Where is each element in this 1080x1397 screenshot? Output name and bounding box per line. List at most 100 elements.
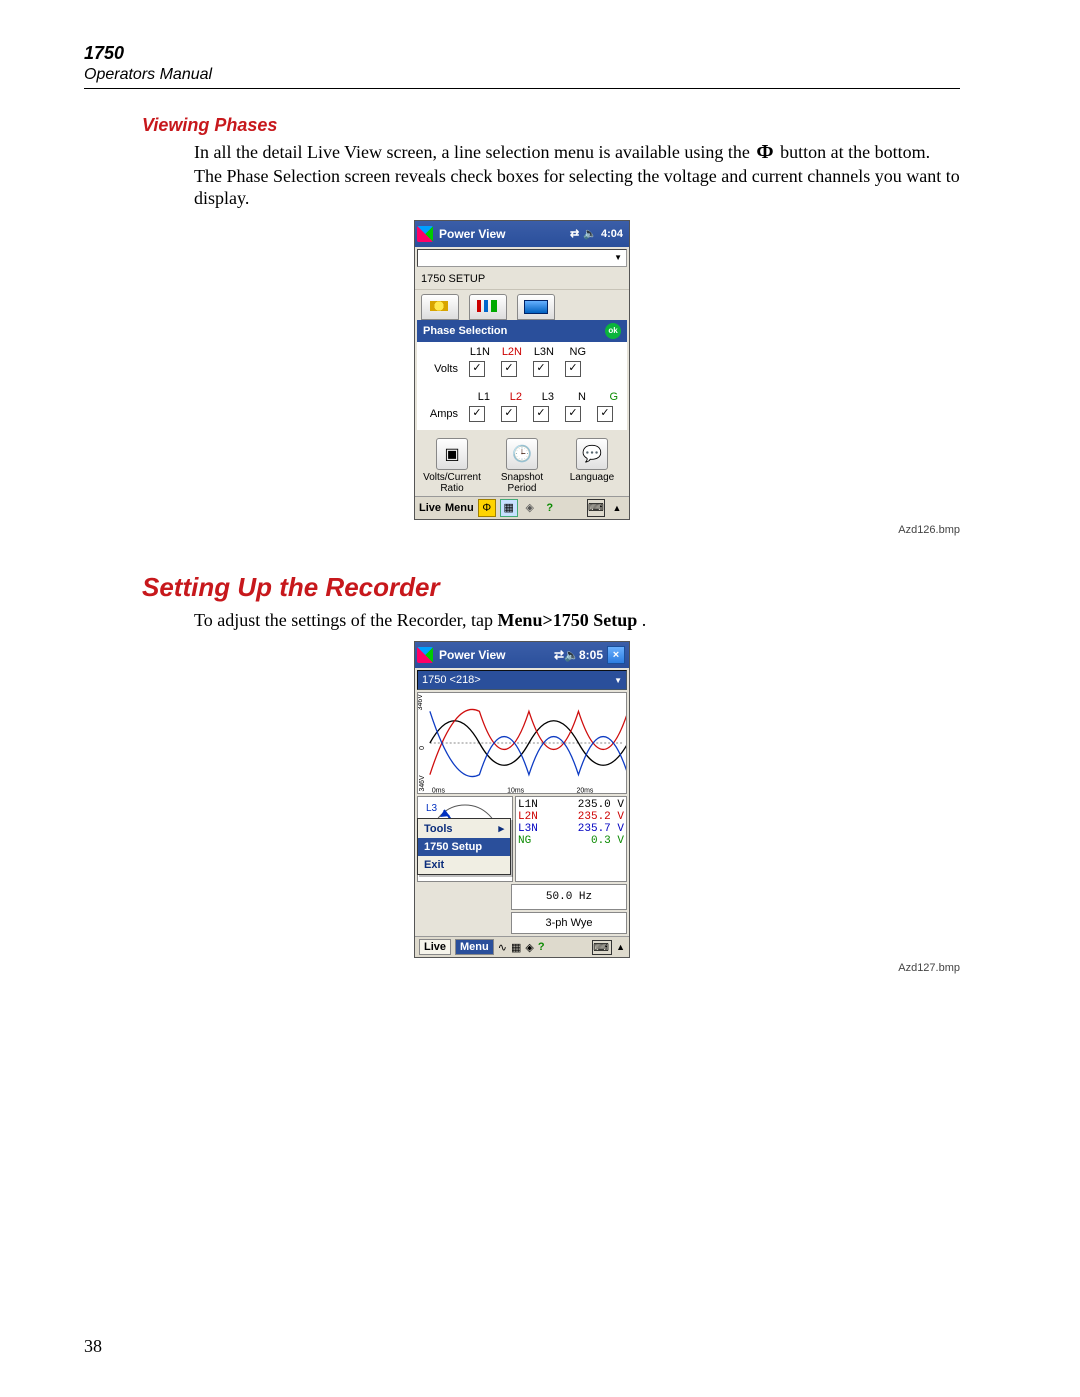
svg-text:0: 0 (419, 746, 426, 750)
col-L3: L3 (525, 391, 557, 403)
phi-icon[interactable]: Φ (478, 499, 496, 517)
bottom-icon-row: ▣Volts/Current Ratio 🕒Snapshot Period 💬L… (415, 432, 629, 496)
vc-ratio-button[interactable]: ▣Volts/Current Ratio (420, 438, 484, 494)
keyboard-icon[interactable]: ⌨ (592, 940, 612, 955)
setup-paragraph: To adjust the settings of the Recorder, … (194, 609, 960, 632)
phase-selection-header: Phase Selection ok (417, 320, 627, 342)
check-volts-NG[interactable]: ✓ (565, 361, 581, 377)
chart-icon[interactable]: ▦ (511, 941, 521, 954)
check-amps-G[interactable]: ✓ (597, 406, 613, 422)
check-amps-L1[interactable]: ✓ (469, 406, 485, 422)
vc-ratio-label: Volts/Current Ratio (423, 472, 481, 494)
viewing-phases-paragraph: In all the detail Live View screen, a li… (194, 140, 960, 210)
setup-label: 1750 SETUP (415, 269, 629, 290)
header-rule (84, 88, 960, 89)
check-volts-L3N[interactable]: ✓ (533, 361, 549, 377)
setup-para-pre: To adjust the settings of the Recorder, … (194, 610, 497, 630)
help-icon[interactable]: ? (538, 941, 545, 953)
col-L2: L2 (493, 391, 525, 403)
svg-text:10ms: 10ms (507, 788, 524, 793)
col-G: G (589, 391, 621, 403)
chevron-up-icon[interactable]: ▲ (616, 942, 625, 952)
wiring-box: 3-ph Wye (511, 912, 627, 934)
col-L2N: L2N (493, 346, 525, 358)
sync-icon: ⇄ (554, 648, 564, 662)
clock-text: 4:04 (601, 228, 623, 240)
menu-popup: Tools▸ 1750 Setup Exit (417, 818, 511, 875)
snapshot-period-label: Snapshot Period (501, 472, 543, 494)
waveform-chart: 346V 0 346V 0ms 10ms 20ms (417, 692, 627, 794)
language-button[interactable]: 💬Language (560, 438, 624, 494)
snapshot-period-button[interactable]: 🕒Snapshot Period (490, 438, 554, 494)
section-viewing-phases-title: Viewing Phases (142, 115, 960, 136)
app-title: Power View (439, 227, 505, 241)
figure1-caption: Azd126.bmp (84, 524, 960, 536)
col-N: N (557, 391, 589, 403)
windows-icon (417, 647, 433, 663)
menubar-live[interactable]: Live (419, 939, 451, 955)
menubar-live[interactable]: Live (419, 502, 441, 514)
wave-icon[interactable]: ∿ (498, 941, 507, 954)
svg-text:20ms: 20ms (576, 788, 593, 793)
titlebar: Power View ⇄ 🔈 8:05 × (415, 642, 629, 668)
help-icon[interactable]: ? (542, 500, 558, 516)
menu-item-1750-setup[interactable]: 1750 Setup (418, 838, 510, 856)
windows-icon (417, 226, 433, 242)
titlebar: Power View ⇄ 🔈 4:04 (415, 221, 629, 247)
col-L3N: L3N (525, 346, 557, 358)
figure2-caption: Azd127.bmp (84, 962, 960, 974)
col-L1: L1 (461, 391, 493, 403)
page-number: 38 (84, 1336, 102, 1357)
col-L1N: L1N (461, 346, 493, 358)
tab-icon-1[interactable] (421, 294, 459, 320)
tab-icon-3[interactable] (517, 294, 555, 320)
section-setup-title: Setting Up the Recorder (142, 572, 960, 603)
menubar-menu[interactable]: Menu (455, 939, 494, 955)
close-button[interactable]: × (607, 646, 625, 664)
setup-para-bold: Menu>1750 Setup (497, 610, 637, 630)
check-amps-L3[interactable]: ✓ (533, 406, 549, 422)
check-amps-N[interactable]: ✓ (565, 406, 581, 422)
menubar: Live Menu ∿ ▦ ◈ ? ⌨ ▲ (415, 936, 629, 957)
menubar: Live Menu Φ ▦ ◈ ? ⌨ ▲ (415, 496, 629, 519)
header-subtitle: Operators Manual (84, 66, 960, 84)
menu-item-tools[interactable]: Tools▸ (418, 819, 510, 838)
setup-para-post: . (642, 610, 647, 630)
setup-tabs (415, 290, 629, 320)
keyboard-icon[interactable]: ⌨ (587, 499, 605, 517)
clock-text: 8:05 (579, 648, 603, 662)
phase-selection-title: Phase Selection (423, 325, 507, 337)
chart-icon[interactable]: ▦ (500, 499, 518, 517)
address-dropdown[interactable]: 1750 <218> ▼ (417, 670, 627, 690)
svg-text:L3: L3 (426, 803, 438, 814)
check-volts-L1N[interactable]: ✓ (469, 361, 485, 377)
speaker-icon: 🔈 (564, 648, 579, 662)
chevron-down-icon: ▼ (614, 676, 622, 685)
row-amps-label: Amps (421, 408, 461, 420)
diamond-icon[interactable]: ◈ (525, 941, 533, 954)
row-volts-label: Volts (421, 363, 461, 375)
language-label: Language (570, 472, 615, 483)
header-model: 1750 (84, 44, 960, 64)
menubar-menu[interactable]: Menu (445, 502, 474, 514)
dropdown-row[interactable]: ▼ (417, 249, 627, 267)
diamond-icon[interactable]: ◈ (522, 500, 538, 516)
sync-icon: ⇄ (570, 227, 579, 240)
menu-item-exit[interactable]: Exit (418, 856, 510, 874)
check-volts-L2N[interactable]: ✓ (501, 361, 517, 377)
app-title: Power View (439, 648, 505, 662)
phi-icon: Ф (754, 140, 775, 165)
chevron-down-icon: ▼ (614, 253, 622, 262)
svg-text:346V: 346V (418, 694, 424, 711)
screenshot-phase-selection: Power View ⇄ 🔈 4:04 ▼ 1750 SETUP Phase S… (414, 220, 630, 520)
tab-icon-2[interactable] (469, 294, 507, 320)
col-NG: NG (557, 346, 589, 358)
phase-selection-body: L1N L2N L3N NG Volts ✓ ✓ ✓ ✓ L1 L2 L3 N … (417, 342, 627, 430)
check-amps-L2[interactable]: ✓ (501, 406, 517, 422)
readings-table: L1N235.0 V L2N235.2 V L3N235.7 V NG0.3 V (515, 796, 627, 882)
chevron-up-icon[interactable]: ▲ (609, 500, 625, 516)
svg-text:346V: 346V (419, 775, 426, 792)
speaker-icon: 🔈 (583, 227, 597, 240)
frequency-box: 50.0 Hz (511, 884, 627, 910)
ok-button[interactable]: ok (605, 323, 621, 339)
